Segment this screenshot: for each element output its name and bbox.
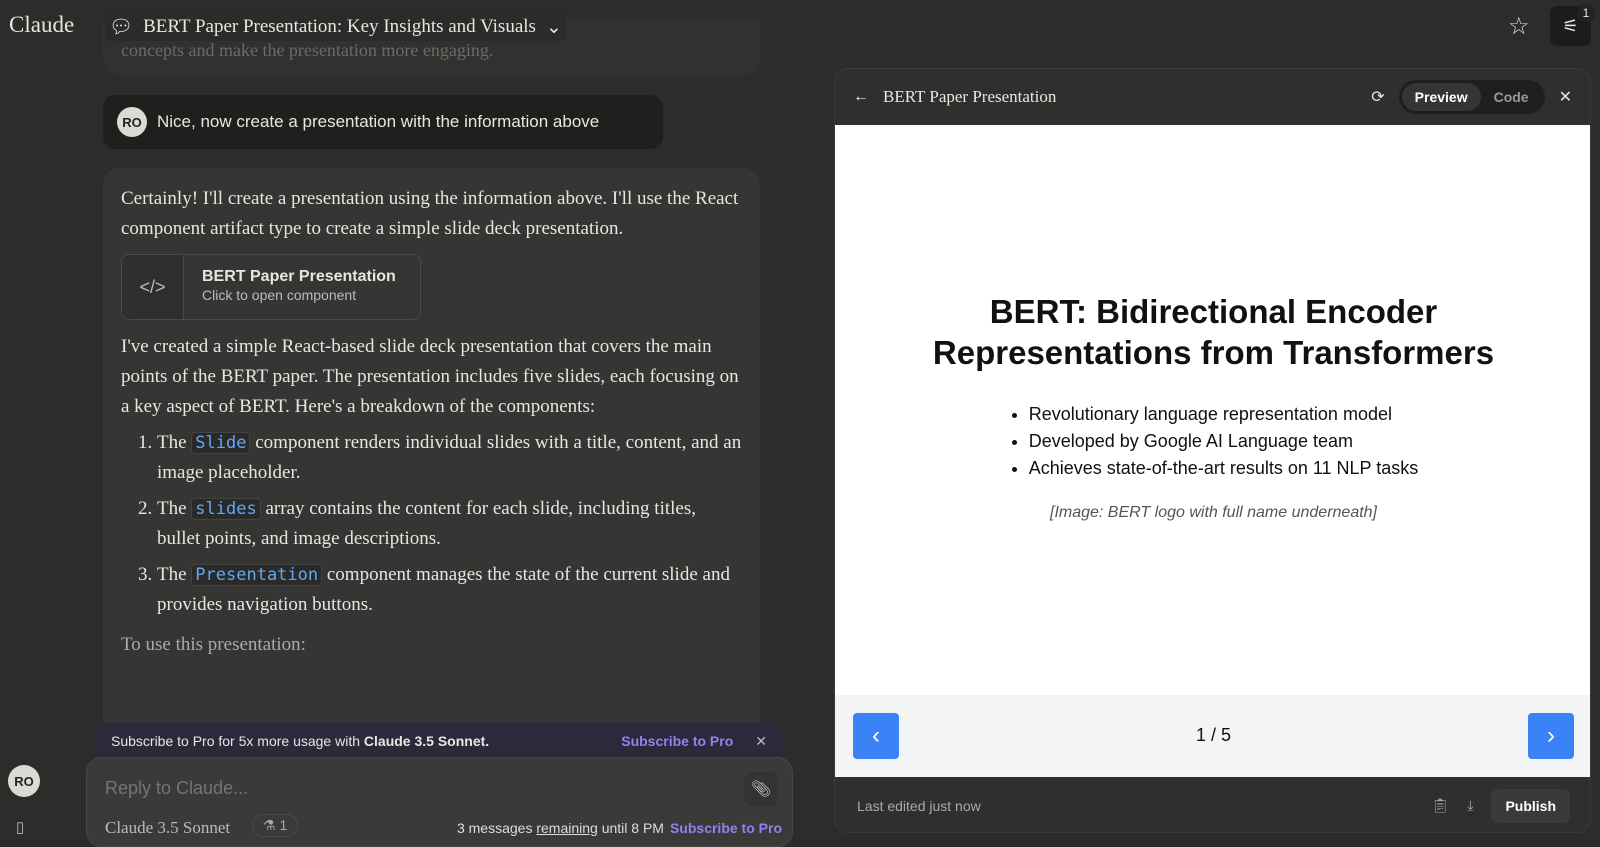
panel-footer: Last edited just now 📋︎ ⤓ Publish xyxy=(835,777,1590,832)
subscribe-link[interactable]: Subscribe to Pro xyxy=(621,733,733,749)
tab-preview[interactable]: Preview xyxy=(1401,83,1481,111)
inline-code: slides xyxy=(191,498,261,520)
page-indicator: 1 / 5 xyxy=(1195,725,1232,745)
banner-bold: Claude 3.5 Sonnet. xyxy=(363,733,490,749)
close-icon[interactable]: ✕ xyxy=(1559,87,1572,107)
settings-badge: 1 xyxy=(1577,4,1595,22)
chevron-right-icon: › xyxy=(1547,722,1555,749)
inline-code: Slide xyxy=(191,432,251,454)
list-item: The Presentation component manages the s… xyxy=(157,560,742,620)
panel-header: ← BERT Paper Presentation ⟳ Preview Code… xyxy=(835,69,1590,125)
item-pre: The xyxy=(157,432,192,453)
user-message-text: Nice, now create a presentation with the… xyxy=(157,112,600,131)
slide-bullet: Revolutionary language representation mo… xyxy=(1029,401,1419,428)
subscribe-banner: Subscribe to Pro for 5x more usage with … xyxy=(95,722,783,760)
avatar: RO xyxy=(117,107,147,137)
composer: 📎︎ Claude 3.5 Sonnet ⚗ 1 3 messages rema… xyxy=(86,757,793,847)
remaining-prefix: 3 messages xyxy=(456,820,537,836)
star-icon[interactable]: ☆ xyxy=(1508,12,1530,41)
flask-icon: ⚗ xyxy=(263,817,280,833)
flask-count: 1 xyxy=(279,817,288,833)
list-item: The Slide component renders individual s… xyxy=(157,428,742,488)
sliders-icon: ⚟ xyxy=(1562,15,1579,36)
refresh-icon[interactable]: ⟳ xyxy=(1371,87,1384,107)
paperclip-icon[interactable]: 📎︎ xyxy=(744,772,778,806)
assistant-message: Certainly! I'll create a presentation us… xyxy=(103,168,760,768)
chevron-down-icon: ⌄ xyxy=(545,16,562,38)
tab-code[interactable]: Code xyxy=(1481,83,1542,111)
banner-text: Subscribe to Pro for 5x more usage with … xyxy=(111,733,489,749)
slide-bullets: Revolutionary language representation mo… xyxy=(1009,401,1419,482)
sidebar-toggle-icon[interactable]: ▯ xyxy=(16,818,24,836)
clipboard-icon[interactable]: 📋︎ xyxy=(1431,797,1449,814)
slide-title: BERT: Bidirectional Encoder Representati… xyxy=(932,293,1495,371)
slide-bullet: Developed by Google AI Language team xyxy=(1029,428,1419,455)
inline-code: Presentation xyxy=(191,564,323,586)
flask-button[interactable]: ⚗ 1 xyxy=(252,814,299,837)
artifact-title: BERT Paper Presentation xyxy=(202,268,396,285)
back-arrow-icon[interactable]: ← xyxy=(853,88,869,106)
next-slide-button[interactable]: › xyxy=(1528,713,1574,759)
download-icon[interactable]: ⤓ xyxy=(1467,797,1473,814)
reply-input[interactable] xyxy=(105,778,705,799)
model-selector[interactable]: Claude 3.5 Sonnet xyxy=(105,818,230,838)
assistant-paragraph: I've created a simple React-based slide … xyxy=(121,336,739,417)
settings-button[interactable]: ⚟ 1 xyxy=(1550,4,1595,46)
component-list: The Slide component renders individual s… xyxy=(121,428,742,620)
assistant-intro: Certainly! I'll create a presentation us… xyxy=(121,188,739,239)
view-toggle: Preview Code xyxy=(1398,80,1545,114)
remaining-messages: 3 messages remaining until 8 PM Subscribe… xyxy=(457,820,782,836)
remaining-suffix: until 8 PM xyxy=(597,820,664,836)
conversation-title[interactable]: 💬︎ BERT Paper Presentation: Key Insights … xyxy=(105,13,566,41)
subscribe-pro-link[interactable]: Subscribe to Pro xyxy=(670,820,782,836)
slide-bullet: Achieves state-of-the-art results on 11 … xyxy=(1029,455,1419,482)
slide: BERT: Bidirectional Encoder Representati… xyxy=(835,125,1590,695)
close-icon[interactable]: ✕ xyxy=(755,733,767,750)
top-bar: Claude 💬︎ BERT Paper Presentation: Key In… xyxy=(0,0,1600,52)
remaining-link[interactable]: remaining xyxy=(536,820,597,836)
user-avatar[interactable]: RO xyxy=(8,765,40,797)
trailing-text: To use this presentation: xyxy=(121,634,306,655)
claude-logo[interactable]: Claude xyxy=(9,12,74,38)
last-edited: Last edited just now xyxy=(857,797,981,814)
code-icon: </> xyxy=(122,255,184,319)
banner-prefix: Subscribe to Pro for 5x more usage with xyxy=(111,733,364,749)
user-message: RO Nice, now create a presentation with … xyxy=(103,95,663,149)
chat-icon: 💬︎ xyxy=(109,17,134,38)
artifact-card[interactable]: </> BERT Paper Presentation Click to open… xyxy=(121,254,421,320)
list-item: The slides array contains the content fo… xyxy=(157,494,742,554)
artifact-panel: ← BERT Paper Presentation ⟳ Preview Code… xyxy=(834,68,1591,833)
image-placeholder: [Image: BERT logo with full name underne… xyxy=(1050,504,1377,521)
artifact-subtitle: Click to open component xyxy=(202,287,357,303)
panel-title: BERT Paper Presentation xyxy=(883,87,1057,106)
item-pre: The xyxy=(157,564,192,585)
item-pre: The xyxy=(157,498,192,519)
slide-navigation: ‹ 1 / 5 › xyxy=(835,695,1590,777)
publish-button[interactable]: Publish xyxy=(1491,788,1570,823)
conversation-title-text: BERT Paper Presentation: Key Insights an… xyxy=(143,16,536,37)
